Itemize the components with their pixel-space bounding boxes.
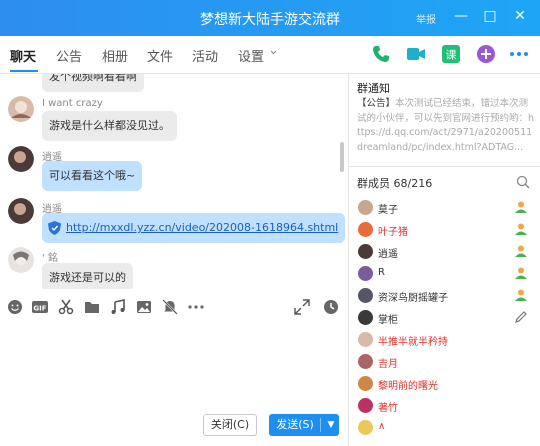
avatar[interactable] [8,146,34,172]
admin-user-icon [515,289,527,301]
image-icon[interactable] [136,299,152,315]
member-row[interactable]: 逍遥 [349,241,540,263]
member-name: 掌柜 [378,315,398,326]
mute-bell-icon[interactable] [162,299,178,315]
composer-toolbar: GIF [0,292,348,322]
more-icon[interactable] [508,43,530,65]
folder-icon[interactable] [84,299,100,315]
more-tools-icon[interactable] [188,299,204,315]
active-tab-indicator [10,70,38,72]
message-bubble: 游戏是什么样都没见过。 [42,111,177,141]
notice-divider [349,166,540,167]
admin-user-icon [515,201,527,213]
minimize-button[interactable]: — [452,7,470,25]
member-avatar[interactable] [358,266,373,281]
member-avatar[interactable] [358,332,373,347]
member-row[interactable]: 莫子 [349,197,540,219]
member-name: 半推半就半矜持 [378,337,448,348]
admin-user-icon [515,223,527,235]
gif-icon[interactable]: GIF [32,299,48,315]
tab-album[interactable]: 相册 [102,46,128,65]
avatar[interactable] [8,96,34,122]
member-row[interactable]: 黎明前的曙光 [349,373,540,395]
member-row[interactable]: ∧ [349,417,540,439]
link-message-bubble: http://mxxdl.yzz.cn/video/202008-1618964… [42,213,346,243]
member-count-heading: 群成员 68/216 [357,177,433,190]
tab-chat[interactable]: 聊天 [10,46,36,65]
message-bubble: 游戏还是可以的 [42,263,133,289]
member-name: 黎明前的曙光 [378,381,438,392]
message-input[interactable] [0,322,348,402]
group-notice-panel[interactable]: 群通知 【公告】本次测试已经结束，错过本次测试的小伙伴，可以先到官网进行预约哟：… [349,74,540,166]
member-avatar[interactable] [358,376,373,391]
scissors-icon[interactable] [58,299,74,315]
svg-text:课: 课 [446,49,457,62]
search-icon[interactable] [516,175,530,189]
member-avatar[interactable] [358,310,373,325]
shield-icon [48,221,61,235]
emoji-icon[interactable] [7,299,23,315]
member-avatar[interactable] [358,354,373,369]
chat-scrollbar[interactable] [340,142,344,172]
member-name: R [378,267,385,278]
message-bubble: 可以看看这个哦~ [42,161,143,191]
add-app-icon[interactable] [475,43,497,65]
classroom-icon[interactable]: 课 [440,43,462,65]
member-avatar[interactable] [358,288,373,303]
member-name: 莫子 [378,205,398,216]
tab-announcement[interactable]: 公告 [56,46,82,65]
report-link[interactable]: 举报 [416,11,436,26]
member-row[interactable]: R [349,263,540,285]
send-separator [320,418,321,432]
notice-heading: 群通知 [357,82,390,95]
avatar[interactable] [8,198,34,224]
member-row[interactable]: 掌柜 [349,307,540,329]
svg-text:GIF: GIF [33,305,46,313]
member-avatar[interactable] [358,222,373,237]
close-button[interactable]: 关闭(C) [203,414,257,436]
notice-body: 【公告】本次测试已经结束，错过本次测试的小伙伴，可以先到官网进行预约哟：http… [357,97,535,155]
avatar[interactable] [8,247,34,273]
close-window-button[interactable]: ✕ [511,7,529,25]
chevron-down-icon[interactable]: ⌄ [268,43,279,58]
video-call-icon[interactable] [405,43,427,65]
member-avatar[interactable] [358,244,373,259]
message-bubble: 发个视频啊看看啊 [42,74,144,92]
chat-history[interactable]: 发个视频啊看看啊 I want crazy 游戏是什么样都没见过。 逍遥 可以看… [0,74,348,289]
member-name: 逍遥 [378,249,398,260]
member-name: 资深鸟厨摇罐子 [378,293,448,304]
expand-icon[interactable] [294,299,310,315]
sender-name: ' 銘 [42,253,58,264]
member-row[interactable]: 吉月 [349,351,540,373]
send-button-label: 发送(S) [276,418,314,431]
member-name: ∧ [378,421,386,432]
tab-activity[interactable]: 活动 [192,46,218,65]
member-name: 吉月 [378,359,398,370]
tab-bar: 聊天 公告 相册 文件 活动 设置 ⌄ 课 [0,36,540,74]
member-row[interactable]: 叶子猪 [349,219,540,241]
member-name: 著竹 [378,403,398,414]
video-link[interactable]: http://mxxdl.yzz.cn/video/202008-1618964… [66,221,338,234]
history-icon[interactable] [323,299,339,315]
admin-user-icon [515,267,527,279]
sender-name: I want crazy [42,98,103,109]
phone-icon[interactable] [370,43,392,65]
send-button[interactable]: 发送(S) ▼ [269,414,339,436]
admin-user-icon [515,245,527,257]
maximize-button[interactable]: □ [481,7,499,25]
notice-tag: 【公告】 [357,98,396,109]
member-row[interactable]: 著竹 [349,395,540,417]
edit-pencil-icon[interactable] [514,310,528,324]
title-bar: 梦想新大陆手游交流群 举报 — □ ✕ [0,0,540,36]
member-avatar[interactable] [358,398,373,413]
member-avatar[interactable] [358,420,373,435]
tab-files[interactable]: 文件 [147,46,173,65]
member-avatar[interactable] [358,200,373,215]
send-options-chevron-icon[interactable]: ▼ [324,415,338,435]
member-row[interactable]: 半推半就半矜持 [349,329,540,351]
music-icon[interactable] [110,299,126,315]
member-row[interactable]: 资深鸟厨摇罐子 [349,285,540,307]
tab-settings[interactable]: 设置 [238,46,264,65]
member-name: 叶子猪 [378,227,408,238]
